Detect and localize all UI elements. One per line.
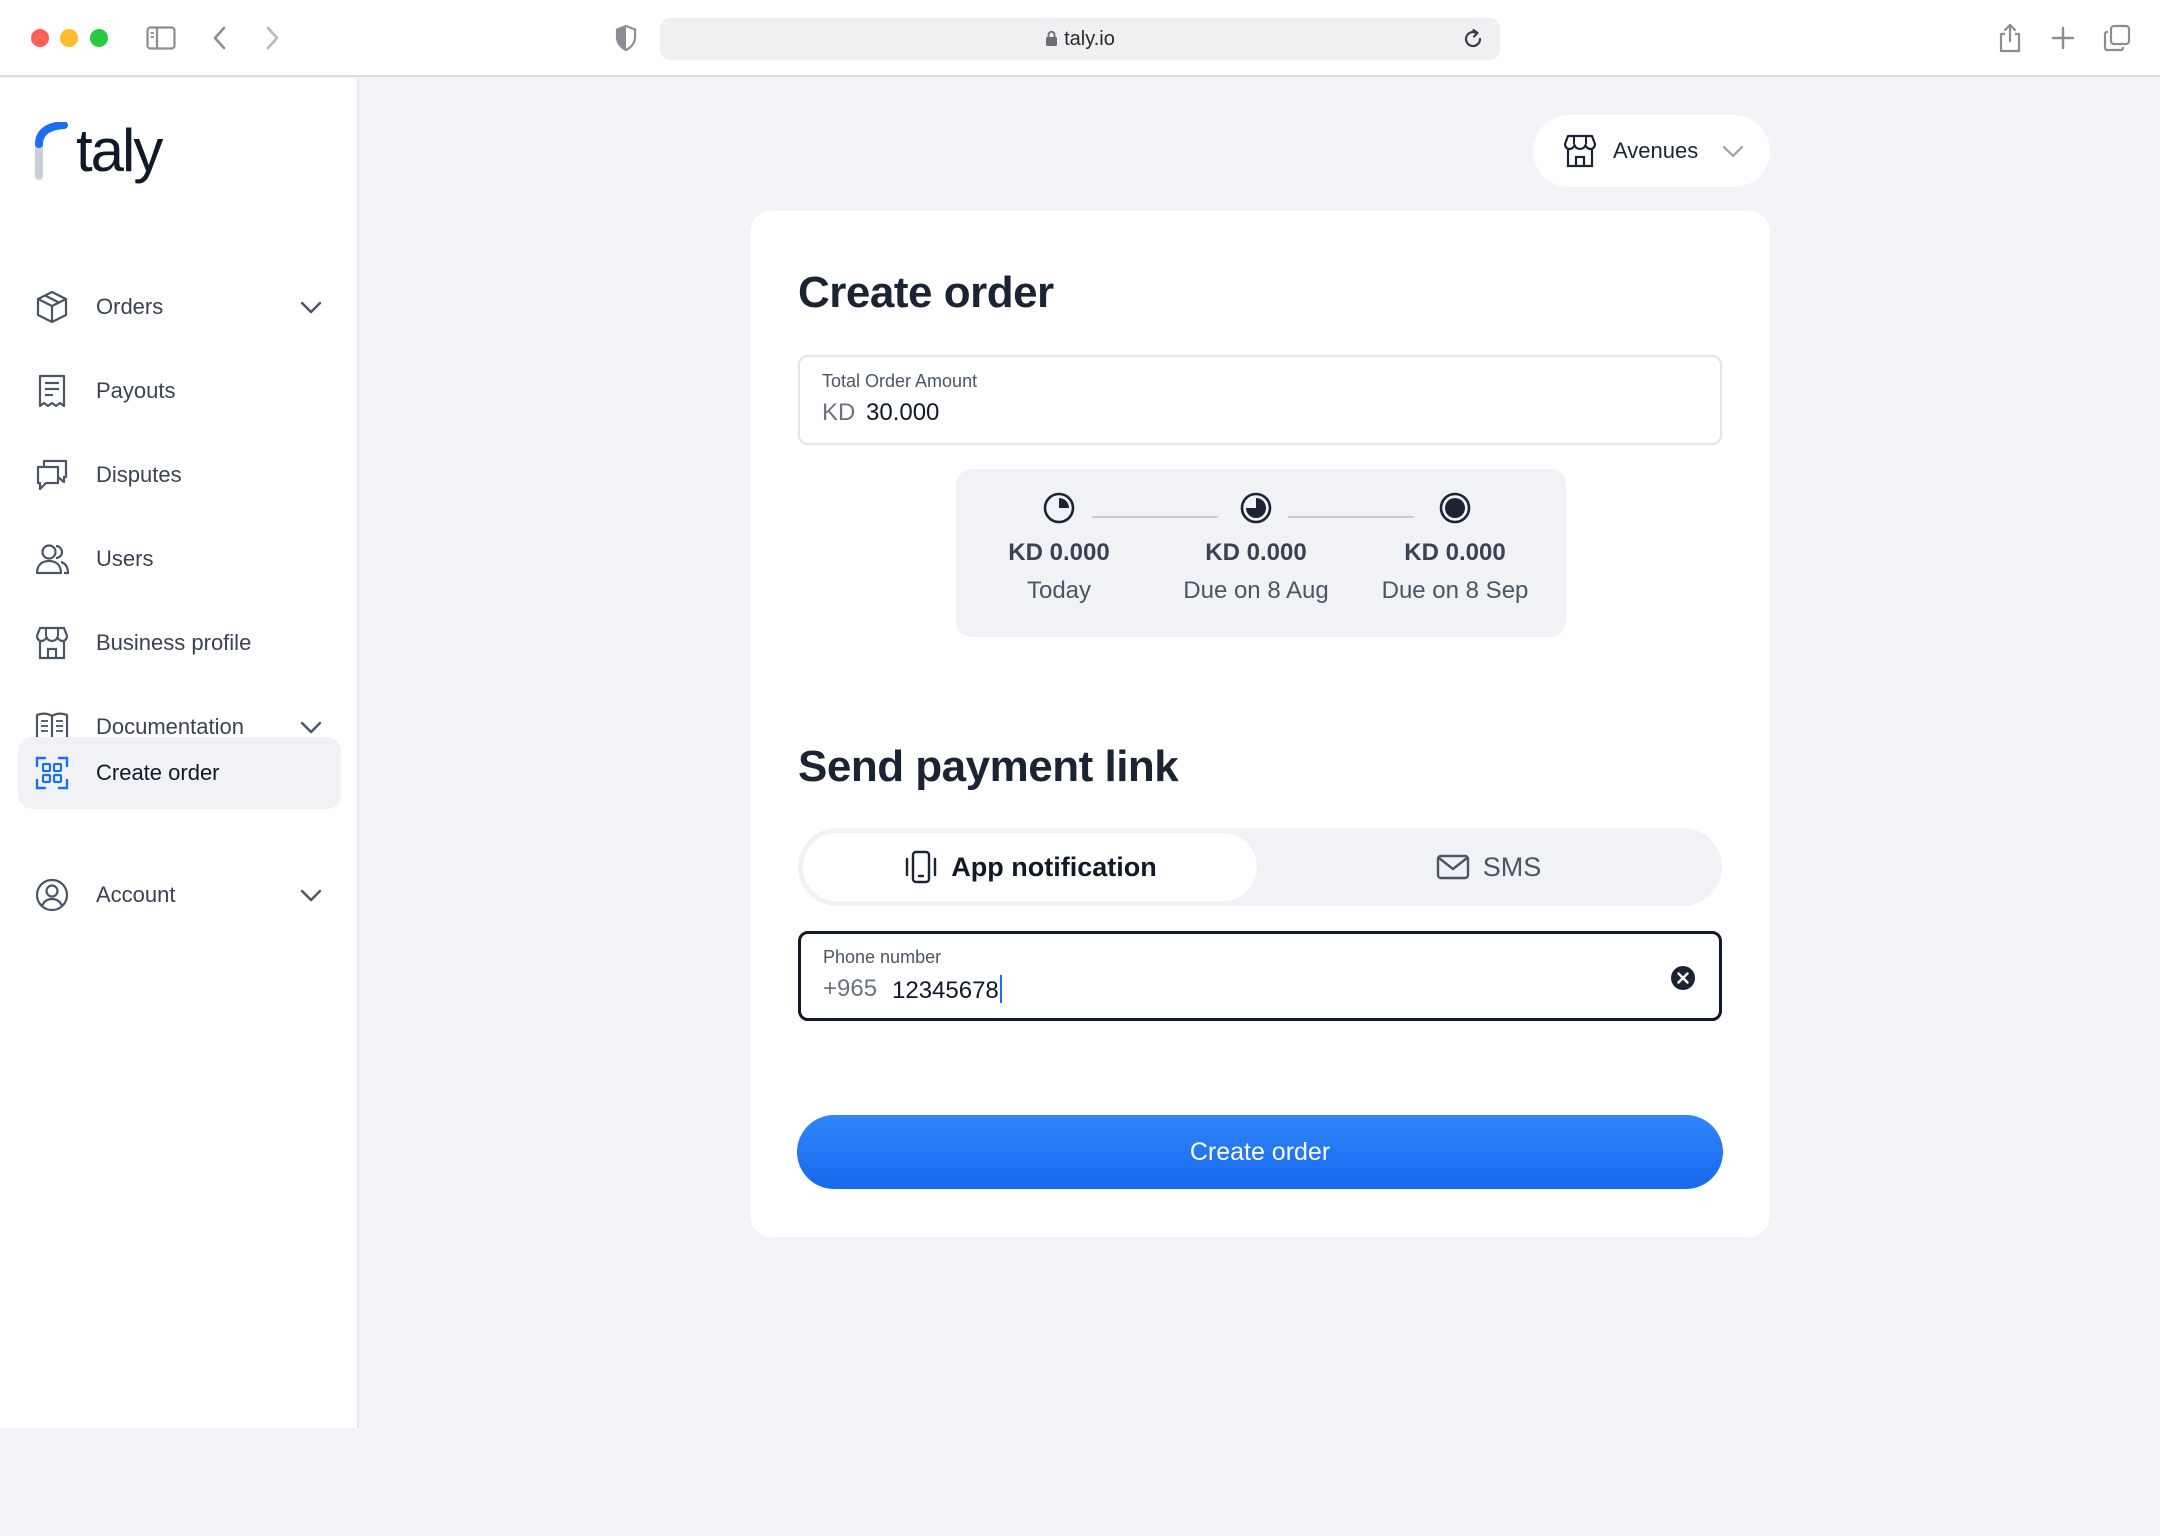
url-text: taly.io [1064, 28, 1115, 50]
sidebar-item-label: Orders [96, 294, 164, 319]
new-tab-icon[interactable] [2047, 22, 2079, 54]
minimize-window-button[interactable] [60, 29, 78, 47]
option-label: App notification [951, 851, 1157, 882]
page-title: Create order [798, 268, 1054, 317]
pie-three-quarter-icon [1240, 492, 1272, 524]
brand-name: taly [76, 117, 163, 184]
installment-date: Due on 8 Aug [1183, 577, 1329, 604]
taly-logo-mark-icon [35, 122, 68, 180]
storefront-icon [35, 626, 69, 660]
section-title: Send payment link [798, 742, 1179, 791]
box-icon [36, 290, 68, 324]
sidebar-item-label: Payouts [96, 378, 176, 403]
text-caret [999, 975, 1002, 1003]
option-label: SMS [1482, 851, 1542, 882]
close-window-button[interactable] [31, 29, 49, 47]
phone-number-field[interactable]: Phone number +965 12345678 [798, 931, 1722, 1021]
installment-item: KD 0.000 Today [959, 491, 1159, 605]
store-selector[interactable]: Avenues [1533, 115, 1770, 187]
chevron-down-icon [1722, 145, 1744, 158]
browser-toolbar: taly.io [0, 0, 2160, 77]
sidebar-item-create-order[interactable]: Create order [18, 737, 341, 809]
installment-amount: KD 0.000 [1008, 539, 1110, 566]
installment-item: KD 0.000 Due on 8 Sep [1355, 491, 1555, 605]
installment-date: Today [1026, 577, 1092, 604]
sidebar-item-label: Business profile [96, 630, 252, 655]
phone-vibrate-icon [906, 850, 937, 884]
installment-item: KD 0.000 Due on 8 Aug [1156, 491, 1356, 605]
installment-plan: KD 0.000 Today KD 0.000 Due on 8 Aug KD … [956, 469, 1566, 637]
create-order-button[interactable]: Create order [797, 1115, 1723, 1189]
sidebar-item-payouts[interactable]: Payouts [18, 355, 341, 427]
sidebar: taly Orders Payouts Disputes Users Busin… [0, 78, 359, 1428]
taly-logo[interactable]: taly [34, 117, 194, 188]
receipt-icon [38, 374, 66, 408]
zoom-window-button[interactable] [90, 29, 108, 47]
storefront-icon [1563, 134, 1597, 168]
users-icon [35, 544, 70, 575]
address-bar[interactable]: taly.io [660, 18, 1500, 60]
chevron-down-icon[interactable] [297, 293, 325, 321]
app-notification-option[interactable]: App notification [803, 833, 1257, 901]
sidebar-item-label: Create order [96, 760, 220, 785]
sidebar-item-business-profile[interactable]: Business profile [18, 607, 341, 679]
sidebar-toggle-icon[interactable] [145, 22, 177, 54]
amount-value: 30.000 [866, 399, 940, 426]
lock-icon [1045, 30, 1058, 53]
pie-quarter-icon [1043, 492, 1075, 524]
create-order-card: Create order Total Order Amount KD 30.00… [750, 211, 1770, 1237]
installment-date: Due on 8 Sep [1381, 577, 1529, 604]
installment-amount: KD 0.000 [1404, 539, 1506, 566]
reload-icon[interactable] [1460, 26, 1486, 52]
country-code-prefix: +965 [823, 975, 878, 1002]
user-circle-icon [35, 878, 69, 912]
qr-scan-icon [35, 756, 69, 790]
installment-amount: KD 0.000 [1205, 539, 1307, 566]
phone-number-value: 12345678 [892, 975, 1002, 1005]
sidebar-item-label: Account [96, 882, 176, 907]
sidebar-item-orders[interactable]: Orders [18, 271, 341, 343]
order-amount-field[interactable]: Total Order Amount KD 30.000 [798, 355, 1722, 445]
envelope-icon [1436, 854, 1469, 880]
back-icon[interactable] [204, 22, 236, 54]
store-name: Avenues [1613, 138, 1699, 163]
clear-input-icon[interactable] [1669, 964, 1697, 992]
delivery-method-toggle: App notification SMS [798, 828, 1722, 906]
forward-icon[interactable] [256, 22, 288, 54]
chevron-down-icon[interactable] [297, 881, 325, 909]
chat-bubbles-icon [36, 459, 68, 491]
tab-overview-icon[interactable] [2101, 22, 2133, 54]
share-icon[interactable] [1994, 22, 2026, 54]
sidebar-item-disputes[interactable]: Disputes [18, 439, 341, 511]
field-label: Phone number [823, 947, 942, 967]
privacy-shield-icon[interactable] [610, 22, 642, 54]
sms-option[interactable]: SMS [1260, 833, 1716, 901]
field-label: Total Order Amount [822, 371, 978, 391]
pie-full-icon [1439, 492, 1471, 524]
sidebar-item-label: Disputes [96, 462, 182, 487]
sidebar-item-account[interactable]: Account [18, 859, 341, 931]
sidebar-item-users[interactable]: Users [18, 523, 341, 595]
currency-prefix: KD [822, 399, 856, 426]
sidebar-item-label: Users [96, 546, 154, 571]
